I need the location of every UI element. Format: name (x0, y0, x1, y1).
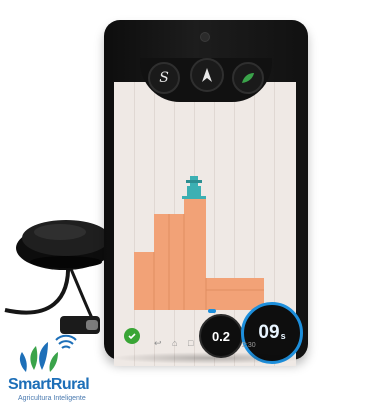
product-scene: S ↩ ⌂ □ 0.2 09 s 2:30 SmartRural Agricul… (0, 0, 373, 417)
tablet-device: S ↩ ⌂ □ 0.2 09 s 2:30 (104, 20, 308, 366)
tablet-shadow (110, 352, 310, 364)
leaf-icon (242, 73, 254, 83)
s-mode-button[interactable]: S (148, 62, 180, 94)
field-map-button[interactable] (232, 62, 264, 94)
arrow-up-icon (202, 68, 212, 82)
dial-indicator (208, 309, 216, 313)
back-icon[interactable]: ↩ (154, 338, 162, 349)
navigation-button[interactable] (190, 58, 224, 92)
logo-tagline: Agricultura Inteligente (18, 395, 86, 402)
tractor-icon (182, 176, 206, 199)
front-camera (200, 32, 210, 42)
logo-brand-text: SmartRural (8, 376, 90, 393)
s-mode-label: S (159, 70, 169, 86)
timer-unit: s (280, 331, 286, 341)
green-check-button[interactable] (124, 328, 140, 344)
home-icon[interactable]: ⌂ (172, 338, 177, 348)
speed-value: 0.2 (211, 328, 231, 344)
recent-apps-icon[interactable]: □ (188, 338, 193, 348)
timer-value: 09 (258, 322, 280, 343)
status-time: 2:30 (242, 342, 256, 349)
